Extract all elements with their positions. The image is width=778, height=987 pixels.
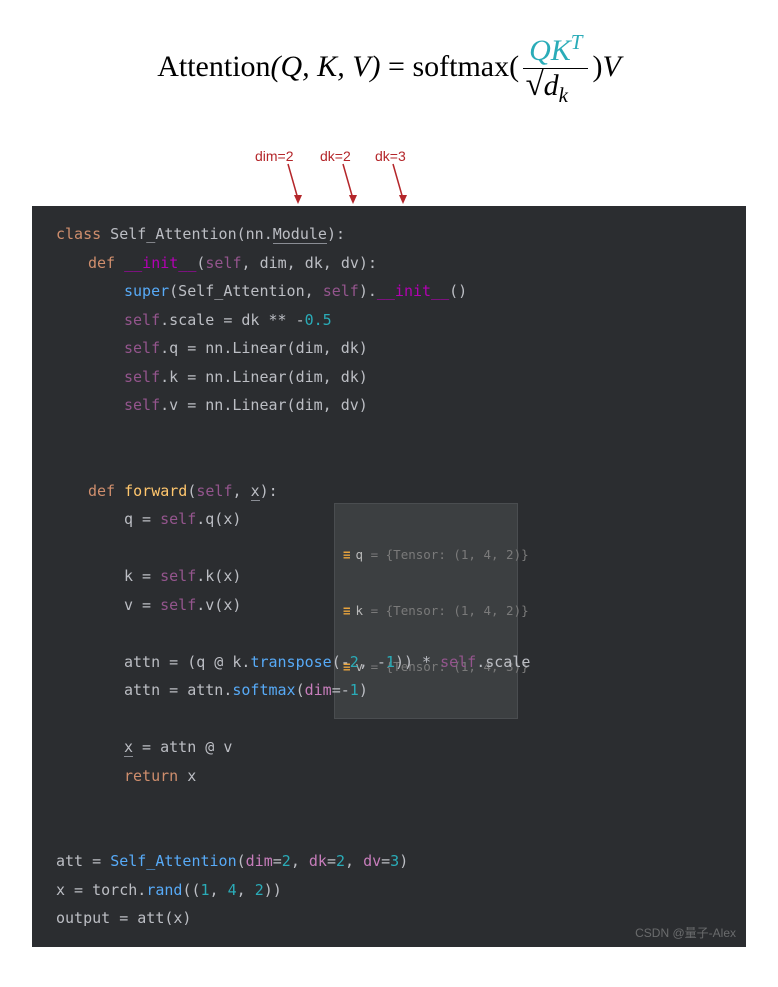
code-line: attn = attn.softmax(dim=-1): [32, 676, 746, 705]
arrow-icon: [283, 164, 313, 204]
formula-eq: =: [381, 50, 413, 83]
formula-lhs-fn: Attention: [157, 50, 270, 83]
attention-formula: Attention(Q, K, V) = softmax( QKT dk )V: [0, 0, 778, 118]
code-line: v = self.v(x): [32, 591, 746, 620]
code-line: att = Self_Attention(dim=2, dk=2, dv=3): [32, 847, 746, 876]
code-blank: [32, 705, 746, 734]
code-line: q = self.q(x) ≡q = {Tensor: (1, 4, 2)} ≡…: [32, 505, 746, 562]
code-line: def __init__(self, dim, dk, dv):: [32, 249, 746, 278]
code-line: k = self.k(x): [32, 562, 746, 591]
code-blank: [32, 790, 746, 819]
code-blank: [32, 619, 746, 648]
code-line: self.k = nn.Linear(dim, dk): [32, 363, 746, 392]
code-line: self.q = nn.Linear(dim, dk): [32, 334, 746, 363]
code-line: self.scale = dk ** -0.5: [32, 306, 746, 335]
watermark: CSDN @量子-Alex: [635, 922, 736, 945]
code-line: attn = (q @ k.transpose(-2, -1)) * self.…: [32, 648, 746, 677]
anno-dim: dim=2: [255, 148, 294, 164]
arrow-icon: [338, 164, 368, 204]
formula-fraction: QKT dk: [523, 30, 588, 108]
anno-dk: dk=2: [320, 148, 351, 164]
code-line: super(Self_Attention, self).__init__(): [32, 277, 746, 306]
code-line: x = attn @ v: [32, 733, 746, 762]
code-line: x = torch.rand((1, 4, 2)): [32, 876, 746, 905]
code-blank: [32, 819, 746, 848]
code-blank: [32, 448, 746, 477]
code-editor: class Self_Attention(nn.Module): def __i…: [32, 206, 746, 947]
code-line: class Self_Attention(nn.Module):: [32, 220, 746, 249]
formula-tail: V: [602, 50, 620, 83]
annotation-row: dim=2 dk=2 dk=3: [0, 148, 778, 206]
formula-rhs-fn: softmax: [412, 50, 509, 83]
code-blank: [32, 420, 746, 449]
code-line: return x: [32, 762, 746, 791]
code-line: def forward(self, x):: [32, 477, 746, 506]
anno-dv: dk=3: [375, 148, 406, 164]
arrow-icon: [388, 164, 418, 204]
list-icon: ≡: [343, 547, 351, 562]
formula-lhs-args: (Q, K, V): [271, 50, 381, 83]
code-line: self.v = nn.Linear(dim, dv): [32, 391, 746, 420]
